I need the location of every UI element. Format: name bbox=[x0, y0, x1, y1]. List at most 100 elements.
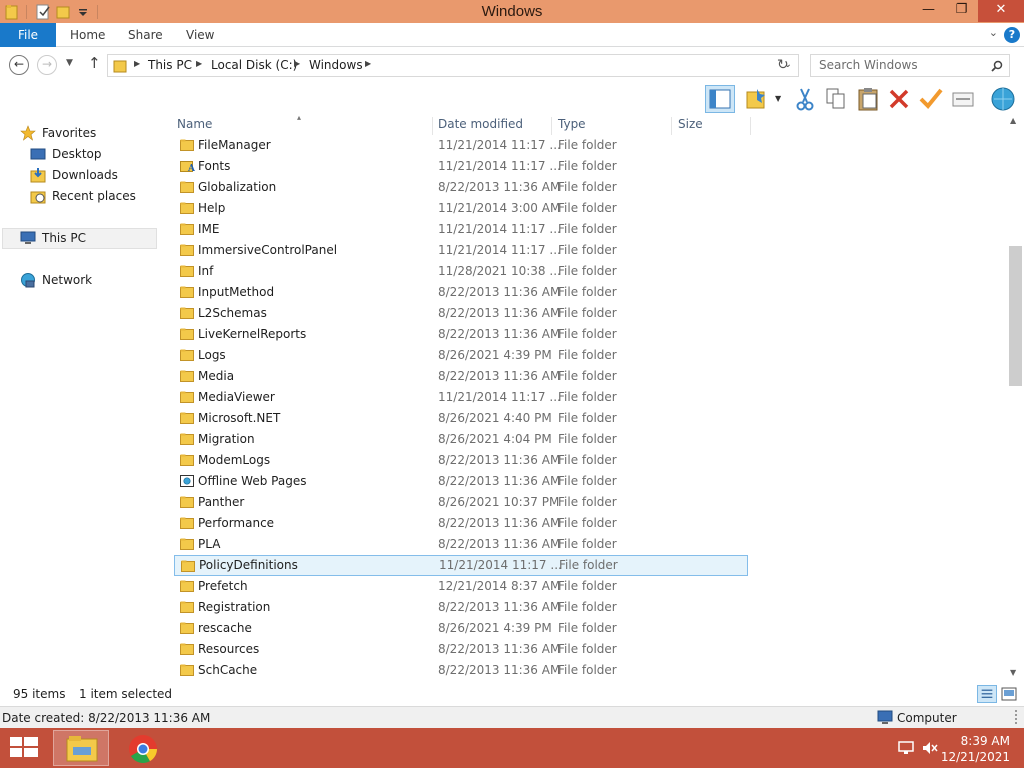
file-row[interactable]: rescache 8/26/2021 4:39 PM File folder bbox=[174, 618, 748, 639]
properties-toolbar-icon[interactable] bbox=[950, 86, 976, 112]
rename-icon[interactable] bbox=[918, 86, 944, 112]
search-placeholder: Search Windows bbox=[819, 58, 918, 72]
copy-icon[interactable] bbox=[823, 86, 849, 112]
vertical-scrollbar[interactable]: ▲ ▼ bbox=[1007, 114, 1024, 682]
preview-pane-icon[interactable] bbox=[705, 85, 735, 113]
ribbon-expand-chevron-icon[interactable]: ⌄ bbox=[989, 26, 998, 39]
file-date-modified: 8/26/2021 4:39 PM bbox=[438, 621, 552, 635]
file-row[interactable]: LiveKernelReports 8/22/2013 11:36 AM File … bbox=[174, 324, 748, 345]
file-row[interactable]: Registration 8/22/2013 11:36 AM File folde… bbox=[174, 597, 748, 618]
search-icon[interactable] bbox=[991, 60, 1003, 72]
file-row[interactable]: Migration 8/26/2021 4:04 PM File folder bbox=[174, 429, 748, 450]
file-name: FileManager bbox=[198, 138, 271, 152]
scroll-down-arrow-icon[interactable]: ▼ bbox=[1010, 668, 1016, 677]
nav-desktop[interactable]: Desktop bbox=[30, 144, 102, 164]
file-row[interactable]: IME 11/21/2014 11:17 ... File folder bbox=[174, 219, 748, 240]
delete-icon[interactable] bbox=[886, 86, 912, 112]
crumb-this-pc[interactable]: This PC bbox=[148, 58, 192, 72]
crumb-separator-icon[interactable]: ▶ bbox=[196, 59, 202, 68]
tab-home[interactable]: Home bbox=[70, 23, 105, 47]
close-button[interactable]: ✕ bbox=[978, 0, 1024, 22]
file-row[interactable]: PolicyDefinitions 11/21/2014 11:17 ... Fil… bbox=[174, 555, 748, 576]
resize-grip-icon[interactable] bbox=[1015, 710, 1021, 724]
file-row[interactable]: Performance 8/22/2013 11:36 AM File folder bbox=[174, 513, 748, 534]
column-divider[interactable] bbox=[671, 117, 672, 135]
crumb-separator-icon[interactable]: ▶ bbox=[365, 59, 371, 68]
file-date-modified: 8/22/2013 11:36 AM bbox=[438, 663, 561, 677]
scroll-up-arrow-icon[interactable]: ▲ bbox=[1010, 116, 1016, 125]
file-row[interactable]: Inf 11/28/2021 10:38 ... File folder bbox=[174, 261, 748, 282]
maximize-button[interactable]: ❐ bbox=[945, 0, 978, 22]
file-row[interactable]: PLA 8/22/2013 11:36 AM File folder bbox=[174, 534, 748, 555]
file-type: File folder bbox=[558, 306, 617, 320]
nav-downloads[interactable]: Downloads bbox=[30, 165, 118, 185]
crumb-separator-icon[interactable]: ▶ bbox=[134, 59, 140, 68]
file-row[interactable]: L2Schemas 8/22/2013 11:36 AM File folder bbox=[174, 303, 748, 324]
column-divider[interactable] bbox=[551, 117, 552, 135]
file-date-modified: 8/22/2013 11:36 AM bbox=[438, 642, 561, 656]
file-row[interactable]: ImmersiveControlPanel 11/21/2014 11:17 ..… bbox=[174, 240, 748, 261]
clock[interactable]: 8:39 AM 12/21/2021 bbox=[941, 733, 1010, 765]
file-row[interactable]: MediaViewer 11/21/2014 11:17 ... File fold… bbox=[174, 387, 748, 408]
cut-icon[interactable] bbox=[792, 86, 818, 112]
minimize-button[interactable]: — bbox=[912, 0, 945, 22]
crumb-windows[interactable]: Windows bbox=[309, 58, 363, 72]
file-row[interactable]: ModemLogs 8/22/2013 11:36 AM File folder bbox=[174, 450, 748, 471]
file-date-modified: 8/26/2021 4:04 PM bbox=[438, 432, 552, 446]
file-row[interactable]: Globalization 8/22/2013 11:36 AM File fold… bbox=[174, 177, 748, 198]
downloads-icon bbox=[30, 168, 46, 183]
file-type: File folder bbox=[558, 285, 617, 299]
file-row[interactable]: Panther 8/26/2021 10:37 PM File folder bbox=[174, 492, 748, 513]
volume-muted-icon[interactable] bbox=[922, 741, 938, 755]
file-row[interactable]: Prefetch 12/21/2014 8:37 AM File folder bbox=[174, 576, 748, 597]
column-divider[interactable] bbox=[750, 117, 751, 135]
nav-this-pc[interactable]: This PC bbox=[20, 228, 86, 248]
crumb-separator-icon[interactable]: ▶ bbox=[294, 59, 300, 68]
windows-start-icon[interactable] bbox=[10, 737, 38, 759]
help-button[interactable]: ? bbox=[1004, 27, 1020, 43]
recent-locations-chevron-icon[interactable]: ▼ bbox=[66, 58, 73, 68]
tab-file[interactable]: File bbox=[0, 23, 56, 47]
address-field[interactable]: ▶ This PC ▶ Local Disk (C:) ▶ Windows ▶ … bbox=[107, 54, 799, 77]
column-header-name[interactable]: Name bbox=[177, 117, 212, 135]
file-date-modified: 11/21/2014 11:17 ... bbox=[438, 390, 561, 404]
nav-network[interactable]: Network bbox=[20, 270, 92, 290]
taskbar-chrome[interactable] bbox=[115, 730, 171, 766]
file-row[interactable]: Media 8/22/2013 11:36 AM File folder bbox=[174, 366, 748, 387]
file-row[interactable]: Logs 8/26/2021 4:39 PM File folder bbox=[174, 345, 748, 366]
file-row[interactable]: SchCache 8/22/2013 11:36 AM File folder bbox=[174, 660, 748, 680]
search-input[interactable]: Search Windows bbox=[810, 54, 1010, 77]
column-header-date[interactable]: Date modified bbox=[438, 117, 523, 135]
up-button[interactable]: ↑ bbox=[88, 54, 101, 72]
column-header-type[interactable]: Type bbox=[558, 117, 586, 135]
new-folder-toolbar-icon[interactable] bbox=[744, 86, 770, 112]
scrollbar-thumb[interactable] bbox=[1009, 246, 1022, 386]
network-tray-icon[interactable] bbox=[898, 741, 914, 755]
file-row[interactable]: A Fonts 11/21/2014 11:17 ... File folder bbox=[174, 156, 748, 177]
nav-favorites[interactable]: Favorites bbox=[20, 123, 96, 143]
network-globe-icon[interactable] bbox=[990, 86, 1016, 112]
tab-view[interactable]: View bbox=[186, 23, 214, 47]
taskbar-file-explorer[interactable] bbox=[53, 730, 109, 766]
file-row[interactable]: Help 11/21/2014 3:00 AM File folder bbox=[174, 198, 748, 219]
column-divider[interactable] bbox=[432, 117, 433, 135]
paste-icon[interactable] bbox=[855, 86, 881, 112]
file-row[interactable]: Offline Web Pages 8/22/2013 11:36 AM File … bbox=[174, 471, 748, 492]
tab-share[interactable]: Share bbox=[128, 23, 163, 47]
file-date-modified: 8/22/2013 11:36 AM bbox=[438, 516, 561, 530]
details-view-icon[interactable] bbox=[977, 685, 997, 703]
svg-text:A: A bbox=[187, 164, 195, 172]
file-row[interactable]: Microsoft.NET 8/26/2021 4:40 PM File folde… bbox=[174, 408, 748, 429]
column-header-size[interactable]: Size bbox=[678, 117, 703, 135]
large-icons-view-icon[interactable] bbox=[999, 685, 1019, 703]
new-folder-dropdown-chevron-icon[interactable]: ▼ bbox=[775, 94, 781, 103]
network-icon bbox=[21, 273, 35, 288]
file-row[interactable]: Resources 8/22/2013 11:36 AM File folder bbox=[174, 639, 748, 660]
file-row[interactable]: FileManager 11/21/2014 11:17 ... File fold… bbox=[174, 135, 748, 156]
back-button[interactable]: ← bbox=[9, 55, 29, 75]
forward-button[interactable]: → bbox=[37, 55, 57, 75]
nav-recent-places[interactable]: Recent places bbox=[30, 186, 136, 206]
crumb-local-disk[interactable]: Local Disk (C:) bbox=[211, 58, 297, 72]
file-row[interactable]: InputMethod 8/22/2013 11:36 AM File folder bbox=[174, 282, 748, 303]
refresh-icon[interactable]: ↻ bbox=[777, 57, 789, 73]
